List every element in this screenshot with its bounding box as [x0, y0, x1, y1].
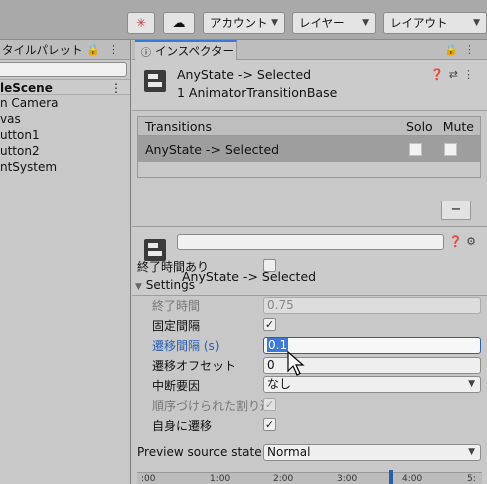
mute-label: Mute [442, 118, 474, 134]
transitions-footer [137, 162, 481, 178]
can-transition-to-self-label: 自身に遷移 [152, 419, 213, 433]
layout-label: レイアウト [390, 16, 448, 30]
collab-icon-button[interactable]: ✳ [127, 12, 155, 34]
lock-icon[interactable]: 🔒⋮ [444, 43, 481, 56]
preview-source-state-dropdown[interactable]: Normal ▼ [263, 444, 481, 461]
toolbar: ✳ ☁ アカウント ▼ レイヤー ▼ レイアウト ▼ [0, 0, 487, 40]
chevron-down-icon: ▼ [468, 379, 475, 389]
tab-inspector[interactable]: ⓘ インスペクター [135, 40, 237, 60]
preview-source-state-value: Normal [267, 445, 311, 459]
exit-time-label: 終了時間 [152, 299, 201, 313]
more-icon[interactable]: ⋮ [110, 80, 130, 95]
transition-name-input[interactable] [177, 234, 444, 250]
chevron-down-icon: ▼ [271, 18, 278, 28]
chevron-down-icon: ▼ [362, 18, 369, 28]
interruption-source-dropdown[interactable]: なし ▼ [263, 376, 481, 393]
account-dropdown[interactable]: アカウント ▼ [203, 12, 285, 34]
ordered-interruption-checkbox: ✓ [263, 398, 276, 411]
preview-source-state-label: Preview source state [137, 445, 262, 459]
chevron-down-icon: ▼ [473, 18, 480, 28]
solo-checkbox[interactable] [409, 142, 422, 156]
solo-label: Solo [405, 118, 433, 134]
layers-dropdown[interactable]: レイヤー ▼ [292, 12, 376, 34]
hierarchy-panel: タイルパレット 🔒⋮ leScene ⋮ n Camera vas utton1… [0, 40, 131, 484]
settings-foldout[interactable]: ▼ Settings [135, 278, 195, 292]
transitions-label: Transitions [145, 118, 212, 134]
collab-icon: ✳ [135, 16, 147, 30]
chevron-down-icon: ▼ [468, 447, 475, 457]
transition-duration-value: 0.1 [267, 338, 289, 352]
inspector-panel: ⓘ インスペクター 🔒⋮ AnyState -> Selected 1 Anim… [132, 40, 487, 484]
interruption-source-label: 中断要因 [152, 379, 201, 393]
has-exit-time-checkbox[interactable] [263, 259, 276, 272]
timeline-tick: 2:00 [273, 474, 294, 484]
fixed-duration-checkbox[interactable]: ✓ [263, 318, 276, 331]
exit-time-field: 0.75 [263, 297, 481, 314]
cloud-button[interactable]: ☁ [163, 12, 195, 34]
fixed-duration-label: 固定間隔 [152, 319, 201, 333]
cloud-icon: ☁ [172, 15, 186, 31]
list-item[interactable]: utton1 [0, 127, 130, 143]
list-item[interactable]: vas [0, 111, 130, 127]
settings-label: Settings [145, 278, 195, 292]
timeline-tick: 3:00 [337, 474, 358, 484]
transition-icon [144, 70, 166, 92]
timeline-tick: :00 [141, 474, 156, 484]
info-icon: ⓘ [141, 47, 151, 59]
timeline-tick: 1:00 [210, 474, 231, 484]
inspector-header: AnyState -> Selected 1 AnimatorTransitio… [132, 60, 487, 111]
tab-label: インスペクター [155, 44, 235, 58]
transition-row[interactable]: AnyState -> Selected [137, 136, 481, 162]
triangle-down-icon: ▼ [135, 282, 142, 292]
ordered-interruption-label: 順序づけられた割り込み [152, 399, 263, 413]
list-item[interactable]: n Camera [0, 95, 130, 111]
layout-dropdown[interactable]: レイアウト ▼ [383, 12, 487, 34]
has-exit-time-label: 終了時間あり [137, 260, 210, 274]
section-icons[interactable]: ❓⚙ [448, 235, 480, 248]
timeline-tick: 4:00 [402, 474, 423, 484]
transition-timeline[interactable]: :00 1:00 2:00 3:00 4:00 5: [137, 470, 482, 484]
layers-label: レイヤー [299, 16, 345, 30]
transition-offset-label: 遷移オフセット [152, 359, 237, 373]
timeline-tick: 5: [467, 474, 476, 484]
header-icons[interactable]: ❓⇄⋮ [430, 68, 479, 81]
scene-row[interactable]: leScene ⋮ [0, 79, 130, 95]
inspector-subtitle: 1 AnimatorTransitionBase [177, 85, 338, 100]
mouse-cursor-icon [287, 351, 305, 376]
remove-transition-button[interactable]: − [441, 201, 471, 220]
account-label: アカウント [210, 16, 268, 30]
interruption-source-value: なし [267, 377, 292, 391]
transition-row-label: AnyState -> Selected [145, 141, 280, 157]
inspector-tabbar: ⓘ インスペクター 🔒⋮ [132, 40, 487, 60]
list-item[interactable]: ntSystem [0, 159, 130, 175]
transitions-list: Transitions Solo Mute AnyState -> Select… [137, 116, 481, 178]
can-transition-to-self-checkbox[interactable]: ✓ [263, 418, 276, 431]
hierarchy-search-input[interactable] [0, 62, 127, 77]
timeline-playhead[interactable] [389, 470, 393, 484]
list-item[interactable]: utton2 [0, 143, 130, 159]
tab-tile-palette[interactable]: タイルパレット 🔒⋮ [0, 40, 130, 60]
scene-name: leScene [0, 81, 53, 95]
lock-icon[interactable]: 🔒⋮ [86, 43, 130, 56]
transition-duration-label: 遷移間隔 (s) [152, 339, 220, 353]
tab-label: タイルパレット [2, 42, 83, 57]
mute-checkbox[interactable] [444, 142, 457, 156]
transitions-header: Transitions Solo Mute [137, 116, 481, 136]
inspector-title: AnyState -> Selected [177, 67, 312, 82]
